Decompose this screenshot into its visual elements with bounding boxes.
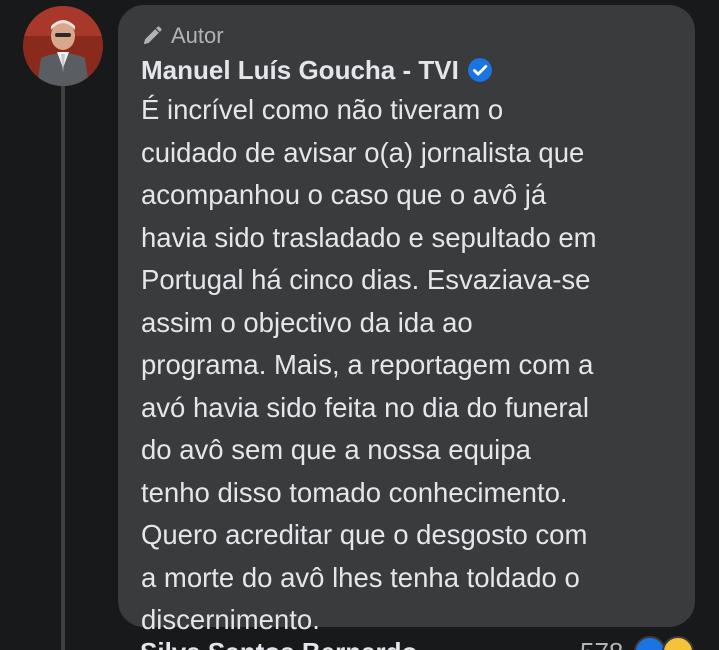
author-badge: Autor (141, 21, 224, 51)
comment-text-line: É incrível como não tiveram o (141, 94, 504, 125)
comments-thread: Autor Manuel Luís Goucha - TVI É incríve… (0, 0, 719, 650)
thread-connector-line (61, 82, 65, 650)
comment-text-line: discernimento. (141, 604, 320, 635)
comment-text-line: avó havia sido feita no dia do funeral (141, 391, 589, 423)
author-badge-label: Autor (171, 23, 224, 48)
comment-text: É incrível como não tiveram o cuidado de… (141, 89, 681, 642)
comment-text-line: do avô sem que a nossa equipa (141, 434, 531, 465)
comment-text-line: havia sido trasladado e sepultado em (141, 221, 597, 253)
comment-text-line: programa. Mais, a reportagem com a (141, 349, 594, 380)
author-name-link[interactable]: Manuel Luís Goucha - TVI (141, 55, 459, 86)
next-comment-author-name[interactable]: Silva Santos Bernardo (140, 637, 417, 650)
pencil-icon (143, 26, 162, 45)
comment-text-line: Quero acreditar que o desgosto com (141, 519, 588, 550)
verified-badge-icon (467, 58, 492, 82)
comment-text-line: a morte do avô lhes tenha toldado o (141, 561, 580, 593)
comment-text-line: assim o objectivo da ida ao (141, 306, 473, 338)
avatar-image (23, 6, 103, 86)
comment-bubble: Autor Manuel Luís Goucha - TVI É incríve… (118, 5, 695, 635)
avatar[interactable] (23, 6, 103, 86)
comment-text-line: cuidado de avisar o(a) jornalista que (141, 136, 585, 168)
author-row: Manuel Luís Goucha - TVI (141, 53, 493, 87)
comment-text-line: Portugal há cinco dias. Esvaziava-se (141, 264, 591, 295)
comment-text-line: tenho disso tomado conhecimento. (141, 476, 568, 508)
comment-text-line: acompanhou o caso que o avô já (141, 179, 547, 210)
next-comment-reaction-count[interactable]: 578 (580, 637, 623, 650)
